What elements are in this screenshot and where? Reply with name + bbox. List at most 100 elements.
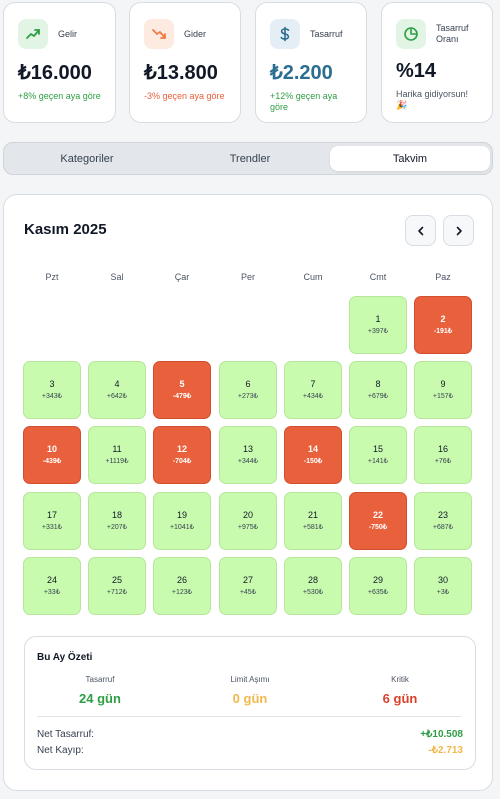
day-amount: +635₺ [367, 589, 389, 596]
day-amount: +434₺ [302, 393, 324, 400]
calendar-day[interactable]: 9 +157₺ [414, 361, 472, 419]
day-amount: +141₺ [367, 458, 389, 465]
calendar-day[interactable]: 29 +635₺ [349, 557, 407, 615]
calendar-day[interactable]: 12 -704₺ [153, 426, 211, 484]
savings-change: +12% geçen aya göre [270, 91, 338, 112]
pie-chart-icon [396, 19, 426, 49]
calendar-day[interactable]: 27 +45₺ [219, 557, 277, 615]
savings-days-value: 24 gün [79, 691, 121, 706]
limit-exceeded-stat: Limit Aşımı 0 gün [175, 675, 325, 706]
calendar-day[interactable]: 21 +581₺ [284, 492, 342, 550]
summary-title: Bu Ay Özeti [37, 652, 93, 663]
weekday-label: Per [240, 272, 255, 282]
critical-days-stat: Kritik 6 gün [325, 675, 475, 706]
day-amount: +1119₺ [105, 458, 129, 465]
day-amount: +157₺ [432, 393, 454, 400]
calendar-day[interactable]: 16 +76₺ [414, 426, 472, 484]
calendar-day[interactable]: 3 +343₺ [23, 361, 81, 419]
day-amount: +45₺ [239, 589, 257, 596]
day-amount: +3₺ [436, 589, 450, 596]
day-amount: +712₺ [106, 589, 128, 596]
day-number: 9 [440, 379, 446, 389]
weekday-label: Paz [435, 272, 451, 282]
calendar-day[interactable]: 19 +1041₺ [153, 492, 211, 550]
critical-days-label: Kritik [391, 675, 409, 684]
day-number: 19 [176, 510, 187, 520]
calendar-day[interactable]: 17 +331₺ [23, 492, 81, 550]
calendar-day[interactable]: 23 +687₺ [414, 492, 472, 550]
day-number: 23 [437, 510, 448, 520]
day-amount: -191₺ [433, 328, 453, 335]
day-amount: +123₺ [171, 589, 193, 596]
day-number: 25 [111, 575, 122, 585]
calendar-day[interactable]: 4 +642₺ [88, 361, 146, 419]
calendar-day[interactable]: 6 +273₺ [219, 361, 277, 419]
day-amount: -439₺ [42, 458, 62, 465]
chevron-left-icon [417, 226, 423, 235]
calendar-day[interactable]: 28 +530₺ [284, 557, 342, 615]
calendar-day[interactable]: 25 +712₺ [88, 557, 146, 615]
day-number: 2 [440, 314, 446, 324]
day-number: 18 [111, 510, 122, 520]
day-amount: +679₺ [367, 393, 389, 400]
day-number: 6 [245, 379, 251, 389]
day-number: 27 [242, 575, 253, 585]
day-number: 3 [49, 379, 55, 389]
weekday-label: Sal [110, 272, 124, 282]
next-month-button[interactable] [443, 215, 474, 246]
day-amount: +581₺ [302, 524, 324, 531]
calendar-day[interactable]: 22 -750₺ [349, 492, 407, 550]
net-loss-label: Net Kayıp: [37, 745, 84, 756]
calendar-day[interactable]: 2 -191₺ [414, 296, 472, 354]
calendar-day[interactable]: 30 +3₺ [414, 557, 472, 615]
weekday-label: Pzt [45, 272, 59, 282]
day-number: 20 [242, 510, 253, 520]
savings-label: Tasarruf [310, 28, 343, 39]
calendar-day[interactable]: 13 +344₺ [219, 426, 277, 484]
calendar-day[interactable]: 14 -150₺ [284, 426, 342, 484]
calendar-day[interactable]: 10 -439₺ [23, 426, 81, 484]
calendar-day[interactable]: 7 +434₺ [284, 361, 342, 419]
calendar-day[interactable]: 5 -479₺ [153, 361, 211, 419]
day-amount: +207₺ [106, 524, 128, 531]
day-amount: +397₺ [367, 328, 389, 335]
previous-month-button[interactable] [405, 215, 436, 246]
calendar-day[interactable]: 24 +33₺ [23, 557, 81, 615]
expense-change: -3% geçen aya göre [144, 91, 225, 101]
calendar-day[interactable]: 8 +679₺ [349, 361, 407, 419]
calendar-day[interactable]: 15 +141₺ [349, 426, 407, 484]
calendar-title: Kasım 2025 [24, 221, 107, 238]
savings-days-stat: Tasarruf 24 gün [25, 675, 175, 706]
day-number: 10 [46, 444, 57, 454]
day-amount: +1041₺ [169, 524, 195, 531]
day-number: 21 [307, 510, 318, 520]
tab-categories[interactable]: Kategoriler [7, 146, 167, 171]
weekday-label: Cum [303, 272, 323, 282]
day-number: 16 [437, 444, 448, 454]
day-number: 5 [179, 379, 185, 389]
savings-value: ₺2.200 [270, 62, 333, 84]
limit-exceeded-value: 0 gün [232, 691, 268, 706]
savings-rate-message: Harika gidiyorsun! 🎉 [396, 89, 469, 110]
day-number: 28 [307, 575, 318, 585]
income-value: ₺16.000 [18, 62, 92, 84]
expense-value: ₺13.800 [144, 62, 218, 84]
calendar-panel: Kasım 2025 Pzt Sal Çar Per Cum Cmt Paz 1 +397₺ 2… [3, 194, 493, 791]
calendar-day[interactable]: 26 +123₺ [153, 557, 211, 615]
calendar-day[interactable]: 20 +975₺ [219, 492, 277, 550]
day-number: 15 [372, 444, 383, 454]
calendar-day[interactable]: 1 +397₺ [349, 296, 407, 354]
day-number: 14 [307, 444, 318, 454]
net-loss-value: -₺2.713 [428, 745, 463, 756]
income-change: +8% geçen aya göre [18, 91, 101, 101]
day-number: 7 [310, 379, 316, 389]
savings-days-label: Tasarruf [85, 675, 115, 684]
day-amount: -150₺ [303, 458, 323, 465]
day-number: 11 [112, 444, 122, 454]
calendar-day[interactable]: 18 +207₺ [88, 492, 146, 550]
critical-days-value: 6 gün [382, 691, 418, 706]
tab-calendar[interactable]: Takvim [330, 146, 490, 171]
calendar-day[interactable]: 11 +1119₺ [88, 426, 146, 484]
tab-trends[interactable]: Trendler [170, 146, 330, 171]
day-number: 30 [437, 575, 448, 585]
